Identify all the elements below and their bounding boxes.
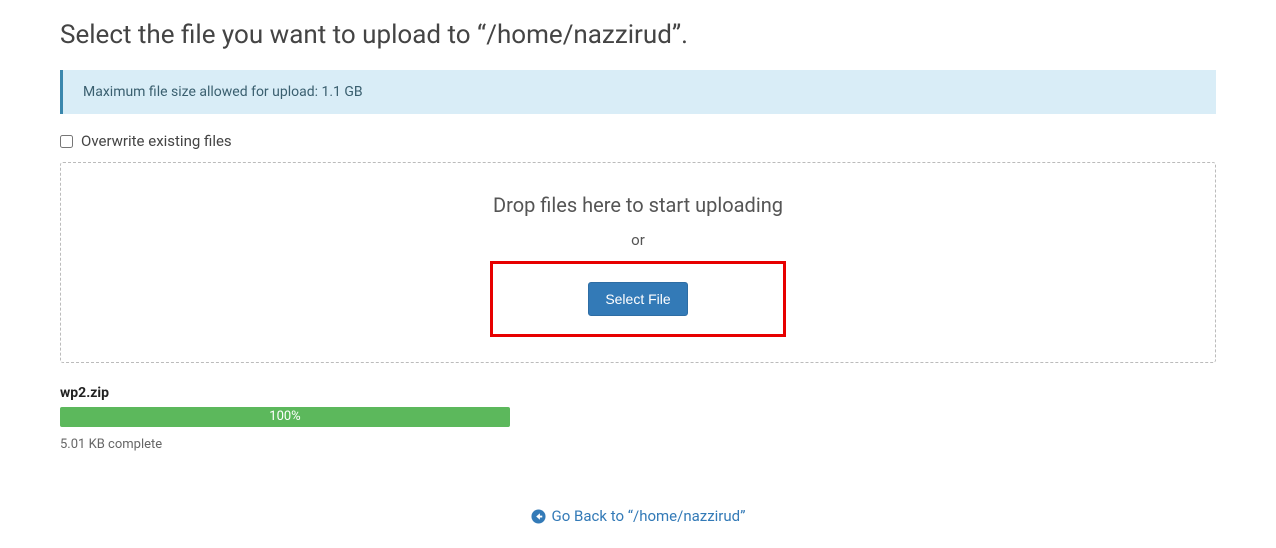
overwrite-checkbox[interactable] (60, 135, 73, 148)
dropzone-or-text: or (81, 231, 1195, 249)
upload-status-text: 5.01 KB complete (60, 437, 1216, 452)
select-file-button[interactable]: Select File (588, 282, 687, 316)
upload-progress-bar: 100% (60, 407, 510, 427)
arrow-left-circle-icon (531, 509, 546, 524)
go-back-label: Go Back to “/home/nazzirud” (552, 507, 746, 525)
overwrite-checkbox-row[interactable]: Overwrite existing files (60, 132, 1216, 150)
page-title: Select the file you want to upload to “/… (60, 20, 1216, 50)
highlight-annotation: Select File (490, 261, 785, 337)
upload-filename: wp2.zip (60, 385, 1216, 401)
overwrite-label: Overwrite existing files (81, 132, 232, 150)
dropzone-heading: Drop files here to start uploading (81, 193, 1195, 217)
max-filesize-banner: Maximum file size allowed for upload: 1.… (60, 70, 1216, 114)
go-back-link[interactable]: Go Back to “/home/nazzirud” (531, 507, 746, 525)
upload-item: wp2.zip 100% 5.01 KB complete (60, 385, 1216, 452)
go-back-row: Go Back to “/home/nazzirud” (60, 507, 1216, 528)
file-dropzone[interactable]: Drop files here to start uploading or Se… (60, 162, 1216, 363)
